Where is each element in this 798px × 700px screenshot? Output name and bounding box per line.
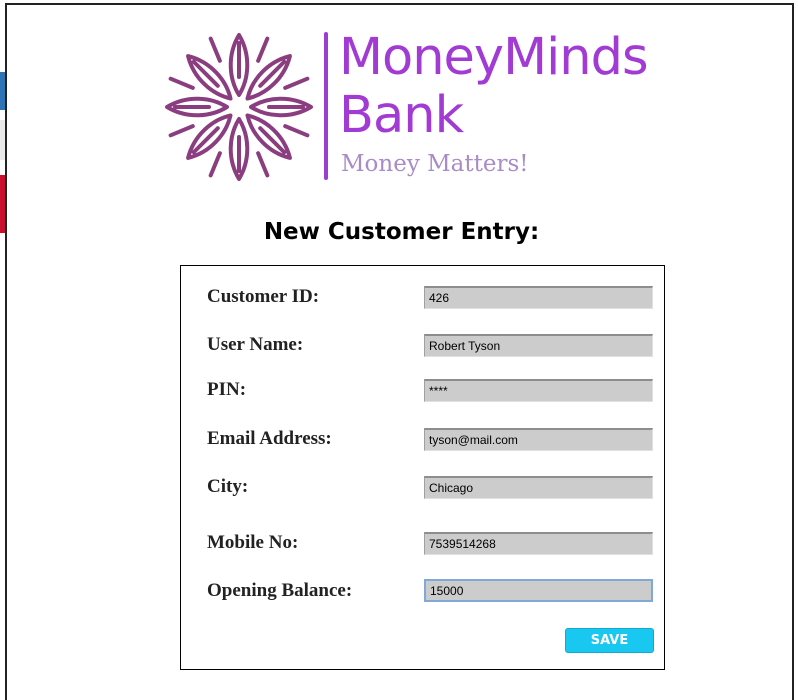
bank-logo: MoneyMinds Bank Money Matters! bbox=[159, 27, 659, 187]
logo-ray bbox=[256, 36, 270, 63]
sunburst-logo-icon bbox=[165, 33, 313, 181]
bank-name-line2: Bank bbox=[339, 86, 464, 145]
logo-petal bbox=[249, 96, 313, 118]
logo-ray bbox=[283, 76, 310, 90]
email-address-label: Email Address: bbox=[207, 428, 332, 449]
logo-petal bbox=[186, 54, 233, 101]
customer-entry-dialog: MoneyMinds Bank Money Matters! New Custo… bbox=[5, 3, 794, 700]
user-name-input[interactable]: Robert Tyson bbox=[424, 334, 653, 357]
opening-balance-input[interactable]: 15000 bbox=[424, 579, 653, 602]
bank-name: MoneyMinds Bank bbox=[339, 28, 649, 145]
bank-tagline: Money Matters! bbox=[341, 151, 529, 177]
pin-label: PIN: bbox=[207, 379, 247, 400]
logo-petal bbox=[228, 33, 250, 97]
form-title: New Customer Entry: bbox=[263, 219, 540, 245]
logo-ray bbox=[256, 151, 270, 178]
user-name-label: User Name: bbox=[207, 334, 304, 355]
logo-ray bbox=[283, 124, 310, 138]
customer-form: Customer ID: 426 User Name: Robert Tyson… bbox=[180, 265, 665, 670]
opening-balance-label: Opening Balance: bbox=[207, 580, 353, 601]
customer-id-label: Customer ID: bbox=[207, 286, 320, 307]
pin-input[interactable]: **** bbox=[424, 379, 653, 402]
bank-name-line1: MoneyMinds bbox=[339, 28, 649, 87]
logo-petal bbox=[165, 96, 229, 118]
email-address-input[interactable]: tyson@mail.com bbox=[424, 428, 653, 451]
city-input[interactable]: Chicago bbox=[424, 476, 653, 499]
logo-petal bbox=[245, 54, 292, 101]
logo-petal bbox=[228, 117, 250, 181]
logo-ray bbox=[168, 76, 195, 90]
logo-ray bbox=[168, 124, 195, 138]
city-label: City: bbox=[207, 476, 249, 497]
mobile-no-input[interactable]: 7539514268 bbox=[424, 532, 653, 555]
logo-petal bbox=[186, 113, 233, 160]
save-button[interactable]: SAVE bbox=[565, 628, 654, 653]
customer-id-input[interactable]: 426 bbox=[424, 286, 653, 309]
logo-petal bbox=[245, 113, 292, 160]
logo-ray bbox=[208, 36, 222, 63]
logo-ray bbox=[208, 151, 222, 178]
mobile-no-label: Mobile No: bbox=[207, 532, 299, 553]
logo-divider bbox=[324, 32, 328, 180]
